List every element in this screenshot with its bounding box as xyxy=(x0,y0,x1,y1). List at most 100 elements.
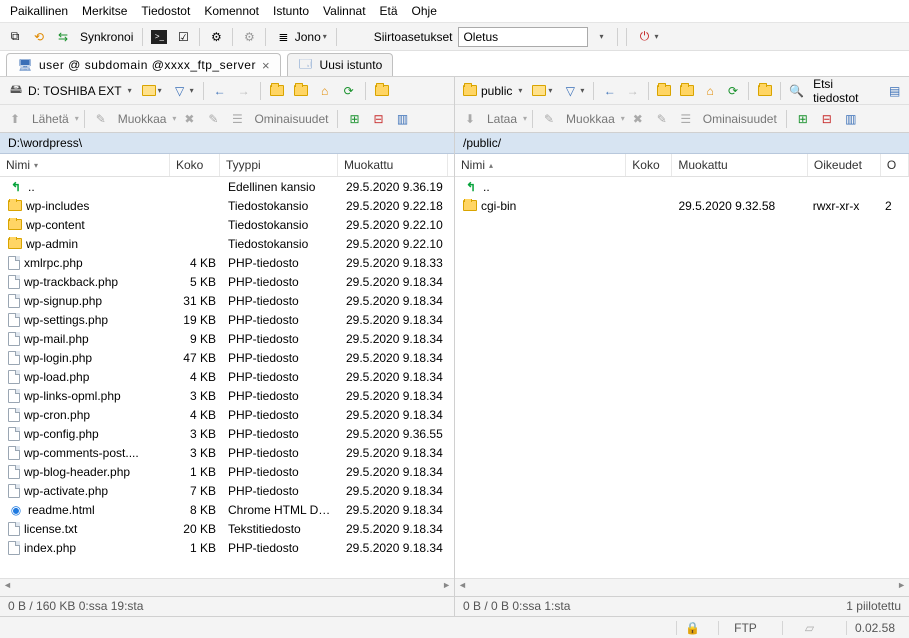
bookmark-button[interactable] xyxy=(754,80,775,102)
delete-button[interactable]: ✖ xyxy=(627,108,649,130)
file-row[interactable]: wp-links-opml.php3 KBPHP-tiedosto29.5.20… xyxy=(0,386,454,405)
find-icon[interactable]: 🔍 xyxy=(786,80,807,102)
local-drive-select[interactable]: 🖴 D: TOSHIBA EXT xyxy=(4,80,136,102)
back-button[interactable]: ← xyxy=(209,80,231,102)
bookmark-button[interactable] xyxy=(371,80,393,102)
fwd-button[interactable]: → xyxy=(233,80,255,102)
menu-istunto[interactable]: Istunto xyxy=(267,2,315,20)
queue-gear-icon[interactable]: ⚙ xyxy=(238,26,260,48)
file-row[interactable]: wp-activate.php7 KBPHP-tiedosto29.5.2020… xyxy=(0,481,454,500)
file-row[interactable]: xmlrpc.php4 KBPHP-tiedosto29.5.2020 9.18… xyxy=(0,253,454,272)
col-permissions[interactable]: Oikeudet xyxy=(808,154,881,176)
preset-dropdown-icon[interactable]: ▾ xyxy=(590,26,612,48)
send-button[interactable]: Lähetä xyxy=(28,112,73,126)
col-name[interactable]: Nimi▴ xyxy=(455,154,626,176)
remote-extra-button[interactable]: ▤ xyxy=(884,80,905,102)
rename-button[interactable]: ✎ xyxy=(202,108,224,130)
preset-select[interactable] xyxy=(458,27,588,47)
local-hscroll[interactable] xyxy=(0,578,454,596)
disconnect-dropdown[interactable]: ⏻ xyxy=(632,26,662,48)
file-row[interactable]: wp-blog-header.php1 KBPHP-tiedosto29.5.2… xyxy=(0,462,454,481)
menu-merkitse[interactable]: Merkitse xyxy=(76,2,133,20)
parent-button[interactable] xyxy=(266,80,288,102)
root-button[interactable] xyxy=(677,80,698,102)
refresh-button[interactable]: ⟳ xyxy=(723,80,744,102)
synchronize-button[interactable]: Synkronoi xyxy=(76,30,137,44)
filter-dropdown[interactable]: ▽ xyxy=(558,80,588,102)
queue-dropdown[interactable]: ≣ Jono xyxy=(271,26,330,48)
col-name[interactable]: Nimi▾ xyxy=(0,154,170,176)
props-icon[interactable]: ☰ xyxy=(226,108,248,130)
new-session-tab[interactable]: 🗔 Uusi istunto xyxy=(287,53,394,76)
props-button[interactable]: Ominaisuudet xyxy=(250,112,332,126)
file-row[interactable]: index.php1 KBPHP-tiedosto29.5.2020 9.18.… xyxy=(0,538,454,557)
sync-icon[interactable]: ⇆ xyxy=(52,26,74,48)
root-button[interactable] xyxy=(290,80,312,102)
file-row[interactable]: wp-config.php3 KBPHP-tiedosto29.5.2020 9… xyxy=(0,424,454,443)
menu-valinnat[interactable]: Valinnat xyxy=(317,2,371,20)
menu-etä[interactable]: Etä xyxy=(374,2,404,20)
col-modified[interactable]: Muokattu xyxy=(672,154,808,176)
remote-hscroll[interactable] xyxy=(455,578,909,596)
col-size[interactable]: Koko xyxy=(170,154,220,176)
local-rows[interactable]: ↰..Edellinen kansio29.5.2020 9.36.19wp-i… xyxy=(0,177,454,578)
menu-paikallinen[interactable]: Paikallinen xyxy=(4,2,74,20)
close-session-icon[interactable]: × xyxy=(262,58,270,73)
home-button[interactable]: ⌂ xyxy=(700,80,721,102)
file-row[interactable]: cgi-bin29.5.2020 9.32.58rwxr-xr-x2 xyxy=(455,196,909,215)
compare-icon[interactable]: ⧉ xyxy=(4,26,26,48)
menu-tiedostot[interactable]: Tiedostot xyxy=(135,2,196,20)
props-button[interactable]: Ominaisuudet xyxy=(699,112,781,126)
file-row[interactable]: wp-load.php4 KBPHP-tiedosto29.5.2020 9.1… xyxy=(0,367,454,386)
transfer-settings-icon[interactable]: ⚙ xyxy=(205,26,227,48)
remote-dir-select[interactable]: public xyxy=(459,80,526,102)
new-minus-button[interactable]: ⊟ xyxy=(816,108,838,130)
download-icon[interactable]: ⬇ xyxy=(459,108,481,130)
file-row[interactable]: wp-trackback.php5 KBPHP-tiedosto29.5.202… xyxy=(0,272,454,291)
new-minus-button[interactable]: ⊟ xyxy=(367,108,389,130)
open-folder-dropdown[interactable] xyxy=(528,80,556,102)
file-row[interactable]: wp-includesTiedostokansio29.5.2020 9.22.… xyxy=(0,196,454,215)
find-files-button[interactable]: Etsi tiedostot xyxy=(809,77,882,105)
file-row[interactable]: ↰.. xyxy=(455,177,909,196)
remote-path[interactable]: /public/ xyxy=(455,133,909,154)
home-button[interactable]: ⌂ xyxy=(314,80,336,102)
col-type[interactable]: Tyyppi xyxy=(220,154,338,176)
local-path[interactable]: D:\wordpress\ xyxy=(0,133,454,154)
props-icon[interactable]: ☰ xyxy=(675,108,697,130)
preferences-icon[interactable]: ☑ xyxy=(172,26,194,48)
select-mask-button[interactable]: ▥ xyxy=(391,108,413,130)
get-button[interactable]: Lataa xyxy=(483,112,521,126)
file-row[interactable]: wp-comments-post....3 KBPHP-tiedosto29.5… xyxy=(0,443,454,462)
edit-button[interactable]: Muokkaa xyxy=(114,112,171,126)
filter-dropdown[interactable]: ▽ xyxy=(168,80,198,102)
menu-ohje[interactable]: Ohje xyxy=(406,2,443,20)
remote-rows[interactable]: ↰..cgi-bin29.5.2020 9.32.58rwxr-xr-x2 xyxy=(455,177,909,578)
edit-icon[interactable]: ✎ xyxy=(90,108,112,130)
file-row[interactable]: wp-mail.php9 KBPHP-tiedosto29.5.2020 9.1… xyxy=(0,329,454,348)
file-row[interactable]: wp-adminTiedostokansio29.5.2020 9.22.10 xyxy=(0,234,454,253)
file-row[interactable]: ◉readme.html8 KBChrome HTML Do...29.5.20… xyxy=(0,500,454,519)
col-modified[interactable]: Muokattu xyxy=(338,154,448,176)
select-mask-button[interactable]: ▥ xyxy=(840,108,862,130)
session-tab-active[interactable]: 🖥 user @ subdomain @xxxx_ftp_server × xyxy=(6,53,281,76)
parent-button[interactable] xyxy=(654,80,675,102)
col-owner[interactable]: O xyxy=(881,154,909,176)
file-row[interactable]: license.txt20 KBTekstitiedosto29.5.2020 … xyxy=(0,519,454,538)
menu-komennot[interactable]: Komennot xyxy=(198,2,265,20)
new-folder-button[interactable]: ⊞ xyxy=(792,108,814,130)
open-folder-dropdown[interactable] xyxy=(138,80,166,102)
edit-icon[interactable]: ✎ xyxy=(538,108,560,130)
rename-button[interactable]: ✎ xyxy=(651,108,673,130)
fwd-button[interactable]: → xyxy=(622,80,643,102)
console-icon[interactable]: >_ xyxy=(148,26,170,48)
file-row[interactable]: wp-settings.php19 KBPHP-tiedosto29.5.202… xyxy=(0,310,454,329)
col-size[interactable]: Koko xyxy=(626,154,672,176)
back-button[interactable]: ← xyxy=(599,80,620,102)
delete-button[interactable]: ✖ xyxy=(178,108,200,130)
edit-button[interactable]: Muokkaa xyxy=(562,112,619,126)
new-folder-button[interactable]: ⊞ xyxy=(343,108,365,130)
upload-icon[interactable]: ⬆ xyxy=(4,108,26,130)
file-row[interactable]: ↰..Edellinen kansio29.5.2020 9.36.19 xyxy=(0,177,454,196)
sync-browse-icon[interactable]: ⟲ xyxy=(28,26,50,48)
